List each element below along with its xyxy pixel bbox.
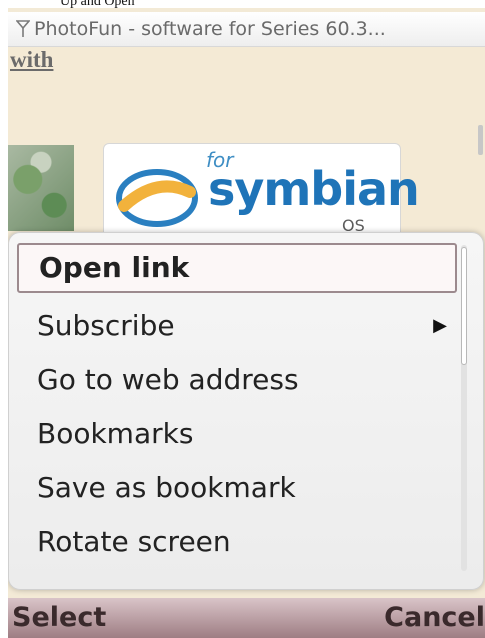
caption-text: Up and Open — [60, 0, 135, 8]
menu-item-bookmarks[interactable]: Bookmarks — [17, 409, 457, 459]
softkey-bar: Select Cancel — [8, 598, 485, 638]
menu-item-label: Subscribe — [37, 309, 175, 342]
antenna-signal-icon — [16, 20, 30, 37]
caption: Up and Open — [0, 0, 485, 8]
menu-item-subscribe[interactable]: Subscribe ▶ — [17, 301, 457, 351]
menu-item-label: Rotate screen — [37, 525, 231, 558]
triangle-right-icon: ▶ — [433, 315, 447, 336]
menu-scrollbar-thumb[interactable] — [461, 247, 467, 365]
menu-item-label: Open link — [39, 251, 190, 284]
symbian-swoosh-icon — [116, 169, 198, 227]
page-link[interactable]: with — [10, 47, 53, 73]
menu-item-rotate-screen[interactable]: Rotate screen — [17, 517, 457, 567]
menu-item-label: Go to web address — [37, 363, 299, 396]
title-bar: PhotoFun - software for Series 60.3... — [8, 12, 485, 47]
flower-image — [8, 145, 74, 231]
select-softkey[interactable]: Select — [12, 602, 106, 633]
page-title: PhotoFun - software for Series 60.3... — [34, 18, 386, 40]
logo-name-text: symbian — [208, 162, 420, 216]
symbian-logo: for symbian OS — [103, 143, 420, 245]
phone-screen: PhotoFun - software for Series 60.3... w… — [8, 0, 485, 638]
menu-item-open-link[interactable]: Open link — [17, 243, 457, 293]
options-menu: Open link Subscribe ▶ Go to web address … — [8, 232, 484, 590]
page-scrollbar[interactable] — [478, 125, 483, 155]
menu-item-save-as-bookmark[interactable]: Save as bookmark — [17, 463, 457, 513]
menu-item-label: Save as bookmark — [37, 471, 296, 504]
menu-item-go-to-web-address[interactable]: Go to web address — [17, 355, 457, 405]
cancel-softkey[interactable]: Cancel — [384, 602, 485, 633]
web-page-content: with for symbian OS — [8, 47, 485, 245]
menu-item-label: Bookmarks — [37, 417, 194, 450]
